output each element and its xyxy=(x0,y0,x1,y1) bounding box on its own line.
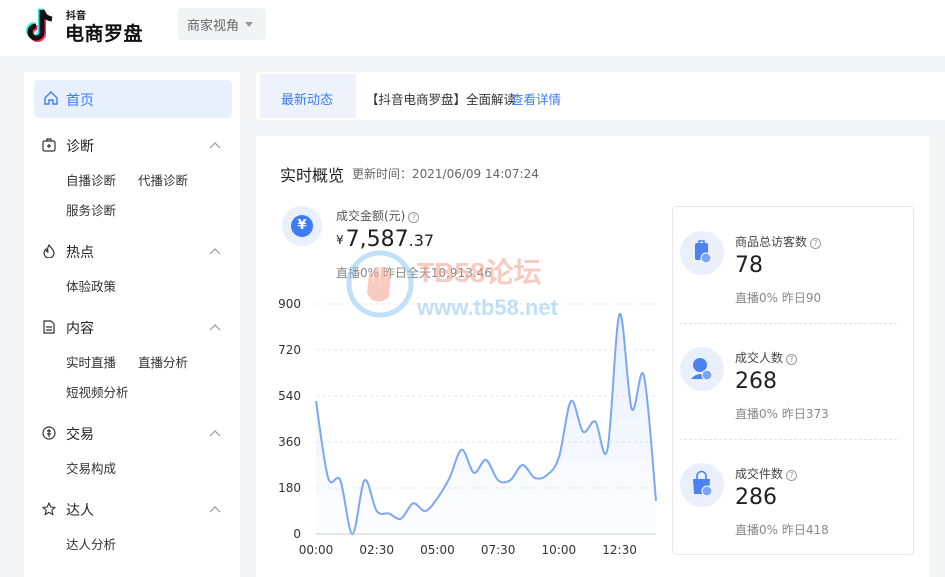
sidebar-item-home[interactable]: 首页 xyxy=(34,80,232,118)
stat-label: 成交件数? xyxy=(735,465,798,482)
y-tick-label: 720 xyxy=(278,343,301,357)
items-sold-icon xyxy=(680,463,724,507)
yuan-icon: ¥ xyxy=(282,206,322,246)
news-text: 【抖音电商罗盘】全面解读 xyxy=(366,92,517,107)
flame-icon xyxy=(43,244,55,258)
sidebar: 首页 诊断 自播诊断 代播诊断 服务诊断 热点 体验政策 内容 实时直播 直播分… xyxy=(24,72,240,577)
stat-value: 286 xyxy=(735,485,777,510)
view-select-value: 商家视角 xyxy=(187,19,240,34)
sidebar-item-policy[interactable]: 体验政策 xyxy=(66,276,116,295)
sidebar-item-short-video-analysis[interactable]: 短视频分析 xyxy=(66,382,129,401)
gmv-decimal: .37 xyxy=(408,231,435,250)
caret-down-icon xyxy=(245,22,253,27)
stat-label: 成交人数? xyxy=(735,349,798,366)
gmv-label-text: 成交金额(元) xyxy=(336,209,406,223)
gmv-label: 成交金额(元)? xyxy=(336,207,420,224)
section-label: 诊断 xyxy=(66,139,94,155)
buyers-icon xyxy=(680,347,724,391)
help-icon[interactable]: ? xyxy=(810,238,822,249)
trade-icon xyxy=(42,426,56,440)
top-bar: 抖音 电商罗盘 商家视角 xyxy=(0,0,945,56)
x-tick-label: 12:30 xyxy=(602,543,637,557)
y-tick-label: 360 xyxy=(278,435,301,449)
update-time: 更新时间：2021/06/09 14:07:24 xyxy=(352,167,539,181)
chevron-up-icon xyxy=(209,248,221,255)
chevron-up-icon xyxy=(209,324,221,331)
y-tick-label: 900 xyxy=(278,297,301,311)
gmv-trend-chart[interactable]: 900 720 540 360 180 0 00:00 02:30 05:00 07:30 10:0… xyxy=(256,286,676,577)
view-select[interactable]: 商家视角 xyxy=(178,8,266,40)
sidebar-item-live-analysis[interactable]: 直播分析 xyxy=(138,352,188,371)
y-tick-label: 180 xyxy=(278,481,301,495)
chevron-up-icon xyxy=(209,142,221,149)
sidebar-section-trade[interactable]: 交易 xyxy=(42,424,222,444)
gmv-value: ¥7,587.37 xyxy=(336,227,434,252)
stat-card-buyers: 成交人数? 268 直播0% 昨日373 xyxy=(673,323,913,439)
gmv-currency: ¥ xyxy=(336,233,344,247)
y-tick-label: 540 xyxy=(278,389,301,403)
x-tick-label: 05:00 xyxy=(420,543,455,557)
help-icon[interactable]: ? xyxy=(786,470,798,481)
realtime-overview-card: 实时概览 更新时间：2021/06/09 14:07:24 ¥ 成交金额(元)?… xyxy=(256,136,929,577)
product-visitors-icon xyxy=(680,231,724,275)
sidebar-item-live-realtime[interactable]: 实时直播 xyxy=(66,352,116,371)
stat-value: 268 xyxy=(735,369,777,394)
sidebar-section-hot[interactable]: 热点 xyxy=(42,242,222,262)
sidebar-section-content[interactable]: 内容 xyxy=(42,318,222,338)
section-label: 热点 xyxy=(66,245,94,261)
stat-label-text: 成交件数 xyxy=(735,467,784,481)
stat-label-text: 成交人数 xyxy=(735,351,784,365)
stat-label-text: 商品总访客数 xyxy=(735,235,808,249)
news-tab-label: 最新动态 xyxy=(281,93,334,108)
news-bar: 最新动态 【抖音电商罗盘】全面解读 查看详情 xyxy=(256,72,945,120)
section-label: 交易 xyxy=(66,427,94,443)
sidebar-item-service-diagnosis[interactable]: 服务诊断 xyxy=(66,200,116,219)
stats-panel: 商品总访客数? 78 直播0% 昨日90 成交人数? 268 直播0% 昨日37… xyxy=(672,206,914,555)
stat-comparison: 直播0% 昨日90 xyxy=(735,291,822,305)
chevron-up-icon xyxy=(209,430,221,437)
stat-comparison: 直播0% 昨日418 xyxy=(735,523,829,537)
news-tab-edge xyxy=(338,74,354,118)
sidebar-item-talent-analysis[interactable]: 达人分析 xyxy=(66,534,116,553)
sidebar-item-self-live-diagnosis[interactable]: 自播诊断 xyxy=(66,170,116,189)
stat-comparison: 直播0% 昨日373 xyxy=(735,407,829,421)
section-label: 内容 xyxy=(66,321,94,337)
star-icon xyxy=(42,502,56,516)
help-icon[interactable]: ? xyxy=(786,354,798,365)
stat-card-visitors: 商品总访客数? 78 直播0% 昨日90 xyxy=(673,207,913,323)
stat-card-items-sold: 成交件数? 286 直播0% 昨日418 xyxy=(673,439,913,555)
stat-value: 78 xyxy=(735,253,763,278)
sidebar-section-talent[interactable]: 达人 xyxy=(42,500,222,520)
sidebar-item-trade-composition[interactable]: 交易构成 xyxy=(66,458,116,477)
x-tick-label: 07:30 xyxy=(481,543,516,557)
y-tick-label: 0 xyxy=(293,527,301,541)
section-label: 达人 xyxy=(66,503,94,519)
x-tick-label: 02:30 xyxy=(359,543,394,557)
gmv-comparison: 直播0% 昨日全天10,913.46 xyxy=(336,266,492,280)
help-icon[interactable]: ? xyxy=(408,212,420,223)
document-icon xyxy=(43,320,55,334)
diagnosis-icon xyxy=(42,138,56,152)
sidebar-section-diagnosis[interactable]: 诊断 xyxy=(42,136,222,156)
gmv-integer: 7,587 xyxy=(345,227,409,252)
series-area xyxy=(316,313,656,534)
x-tick-label: 10:00 xyxy=(542,543,577,557)
sidebar-item-label: 首页 xyxy=(66,93,94,109)
sidebar-item-agent-live-diagnosis[interactable]: 代播诊断 xyxy=(138,170,188,189)
x-tick-label: 00:00 xyxy=(299,543,334,557)
douyin-logo[interactable] xyxy=(25,6,61,46)
page-title: 实时概览 xyxy=(280,166,345,185)
news-detail-link[interactable]: 查看详情 xyxy=(511,89,561,108)
stat-label: 商品总访客数? xyxy=(735,233,822,250)
brand-title: 电商罗盘 xyxy=(65,23,144,45)
home-icon xyxy=(44,91,58,105)
chevron-up-icon xyxy=(209,506,221,513)
